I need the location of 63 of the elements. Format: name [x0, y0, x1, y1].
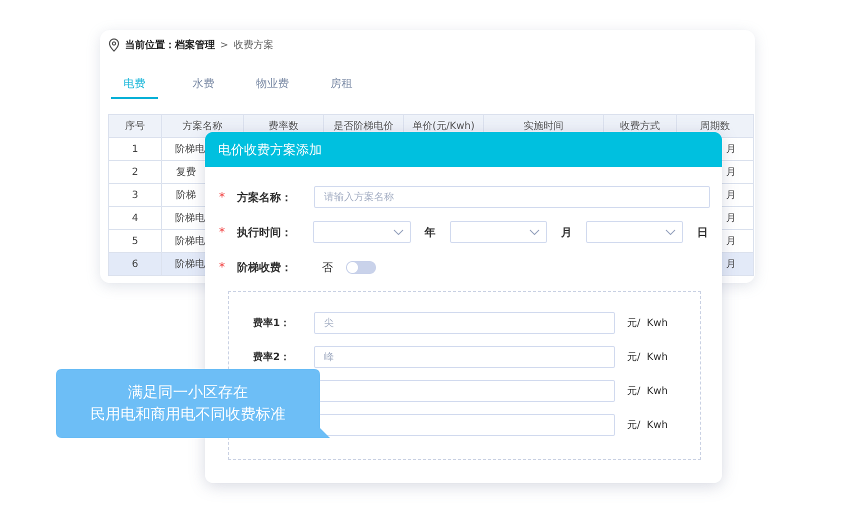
unit-label: 年 [423, 224, 437, 240]
breadcrumb-item[interactable]: 收费方案 [233, 38, 274, 52]
table-cell: 阶梯电 [175, 259, 205, 270]
column-header: 周期数 [700, 121, 730, 132]
required-asterisk: * [219, 225, 225, 239]
select-field[interactable] [313, 221, 411, 243]
required-asterisk: * [219, 260, 225, 274]
input-field[interactable]: 峰 [314, 346, 615, 368]
field-label: 阶梯收费： [237, 260, 293, 274]
column-header: 是否阶梯电价 [334, 121, 394, 132]
table-cell: 复费 [176, 167, 196, 178]
table-cell: 月 [726, 167, 736, 178]
chevron-down-icon [529, 228, 540, 236]
breadcrumb-separator: > [220, 40, 228, 50]
table-cell: 阶梯 [176, 190, 196, 201]
table-cell: 阶梯电 [175, 236, 205, 247]
unit-label: 元/ Kwh [627, 317, 668, 330]
column-header: 单价(元/Kwh) [412, 121, 475, 132]
table-cell: 阶梯电 [175, 144, 205, 155]
table-cell: 阶梯电 [175, 213, 205, 224]
column-header: 方案名称 [182, 121, 222, 132]
chevron-down-icon [392, 228, 404, 236]
column-header: 收费方式 [620, 121, 660, 132]
breadcrumb-label: 当前位置：档案管理 [125, 38, 215, 52]
table-cell: 月 [726, 259, 736, 270]
input-field[interactable]: 尖 [314, 312, 615, 334]
tab[interactable]: 电费 [111, 75, 158, 99]
tab[interactable]: 水费 [180, 75, 227, 99]
unit-label: 元/ Kwh [627, 351, 668, 364]
table-cell: 月 [726, 144, 736, 155]
switch-value: 否 [322, 260, 333, 274]
rate-label: 费率1： [253, 318, 290, 329]
table-cell: 月 [726, 213, 736, 224]
toggle-switch[interactable] [346, 260, 376, 274]
field-label: 方案名称： [237, 190, 293, 204]
table-cell: 5 [132, 236, 138, 246]
column-header: 费率数 [268, 121, 298, 132]
table-cell: 月 [726, 190, 736, 201]
select-field[interactable] [450, 221, 548, 243]
chevron-down-icon [665, 228, 676, 236]
dialog-title: 电价收费方案添加 [218, 142, 322, 158]
field-label: 执行时间： [236, 224, 293, 240]
column-header: 序号 [125, 121, 145, 132]
table-cell: 3 [132, 190, 138, 200]
unit-label: 日 [696, 224, 710, 240]
table-cell: 2 [132, 166, 138, 178]
unit-label: 元/ Kwh [627, 385, 668, 398]
tooltip-text: 民用电和商用电不同收费标准 [90, 405, 286, 424]
select-field[interactable] [586, 221, 684, 243]
table-cell: 6 [132, 258, 138, 270]
tab[interactable]: 物业费 [249, 75, 296, 99]
table-cell: 月 [726, 236, 736, 247]
table-cell: 1 [132, 144, 138, 154]
tab[interactable]: 房租 [318, 75, 365, 99]
rate-label: 费率2： [253, 352, 290, 363]
tooltip-text: 满足同一小区存在 [128, 383, 248, 402]
required-asterisk: * [219, 190, 225, 204]
input-field[interactable]: 请输入方案名称 [314, 186, 710, 208]
location-pin-icon [108, 38, 120, 52]
table-cell: 4 [132, 212, 138, 224]
unit-label: 元/ Kwh [627, 419, 668, 432]
unit-label: 月 [560, 224, 573, 240]
column-header: 实施时间 [524, 121, 564, 132]
